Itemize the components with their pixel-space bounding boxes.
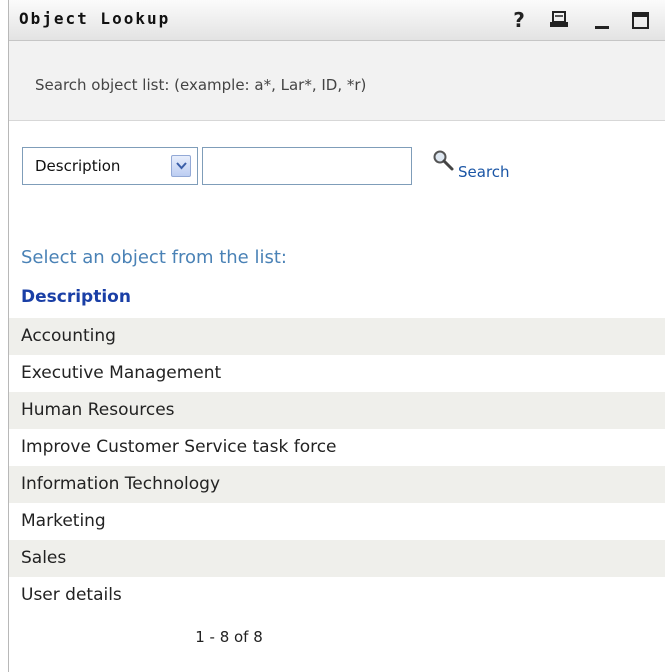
list-item[interactable]: Information Technology bbox=[9, 466, 665, 503]
list-item[interactable]: Improve Customer Service task force bbox=[9, 429, 665, 466]
search-field-selected: Description bbox=[35, 157, 121, 175]
search-hint-area: Search object list: (example: a*, Lar*, … bbox=[9, 41, 665, 121]
search-row: Description Search bbox=[22, 147, 662, 187]
minimize-icon[interactable] bbox=[593, 6, 611, 34]
print-icon[interactable] bbox=[549, 6, 569, 34]
search-input[interactable] bbox=[202, 147, 412, 185]
list-title: Select an object from the list: bbox=[21, 247, 287, 268]
list-item[interactable]: Marketing bbox=[9, 503, 665, 540]
chevron-down-icon[interactable] bbox=[171, 155, 191, 177]
list-item[interactable]: Human Resources bbox=[9, 392, 665, 429]
search-hint: Search object list: (example: a*, Lar*, … bbox=[35, 76, 367, 94]
search-button[interactable]: Search bbox=[432, 149, 542, 181]
window-title: Object Lookup bbox=[19, 9, 171, 28]
search-field-select[interactable]: Description bbox=[22, 147, 198, 185]
list-item[interactable]: Executive Management bbox=[9, 355, 665, 392]
pagination-status: 1 - 8 of 8 bbox=[195, 628, 263, 646]
search-button-label: Search bbox=[458, 163, 510, 181]
column-header-description[interactable]: Description bbox=[21, 287, 131, 307]
list-item[interactable]: Accounting bbox=[9, 318, 665, 355]
list-item[interactable]: User details bbox=[9, 577, 665, 614]
help-icon[interactable]: ? bbox=[509, 6, 529, 34]
object-lookup-panel: Object Lookup ? Search object list: (exa… bbox=[8, 0, 665, 672]
magnifier-icon bbox=[432, 149, 456, 177]
list-item[interactable]: Sales bbox=[9, 540, 665, 577]
maximize-icon[interactable] bbox=[631, 6, 651, 34]
title-bar: Object Lookup ? bbox=[9, 0, 665, 41]
object-list: Accounting Executive Management Human Re… bbox=[9, 318, 665, 614]
